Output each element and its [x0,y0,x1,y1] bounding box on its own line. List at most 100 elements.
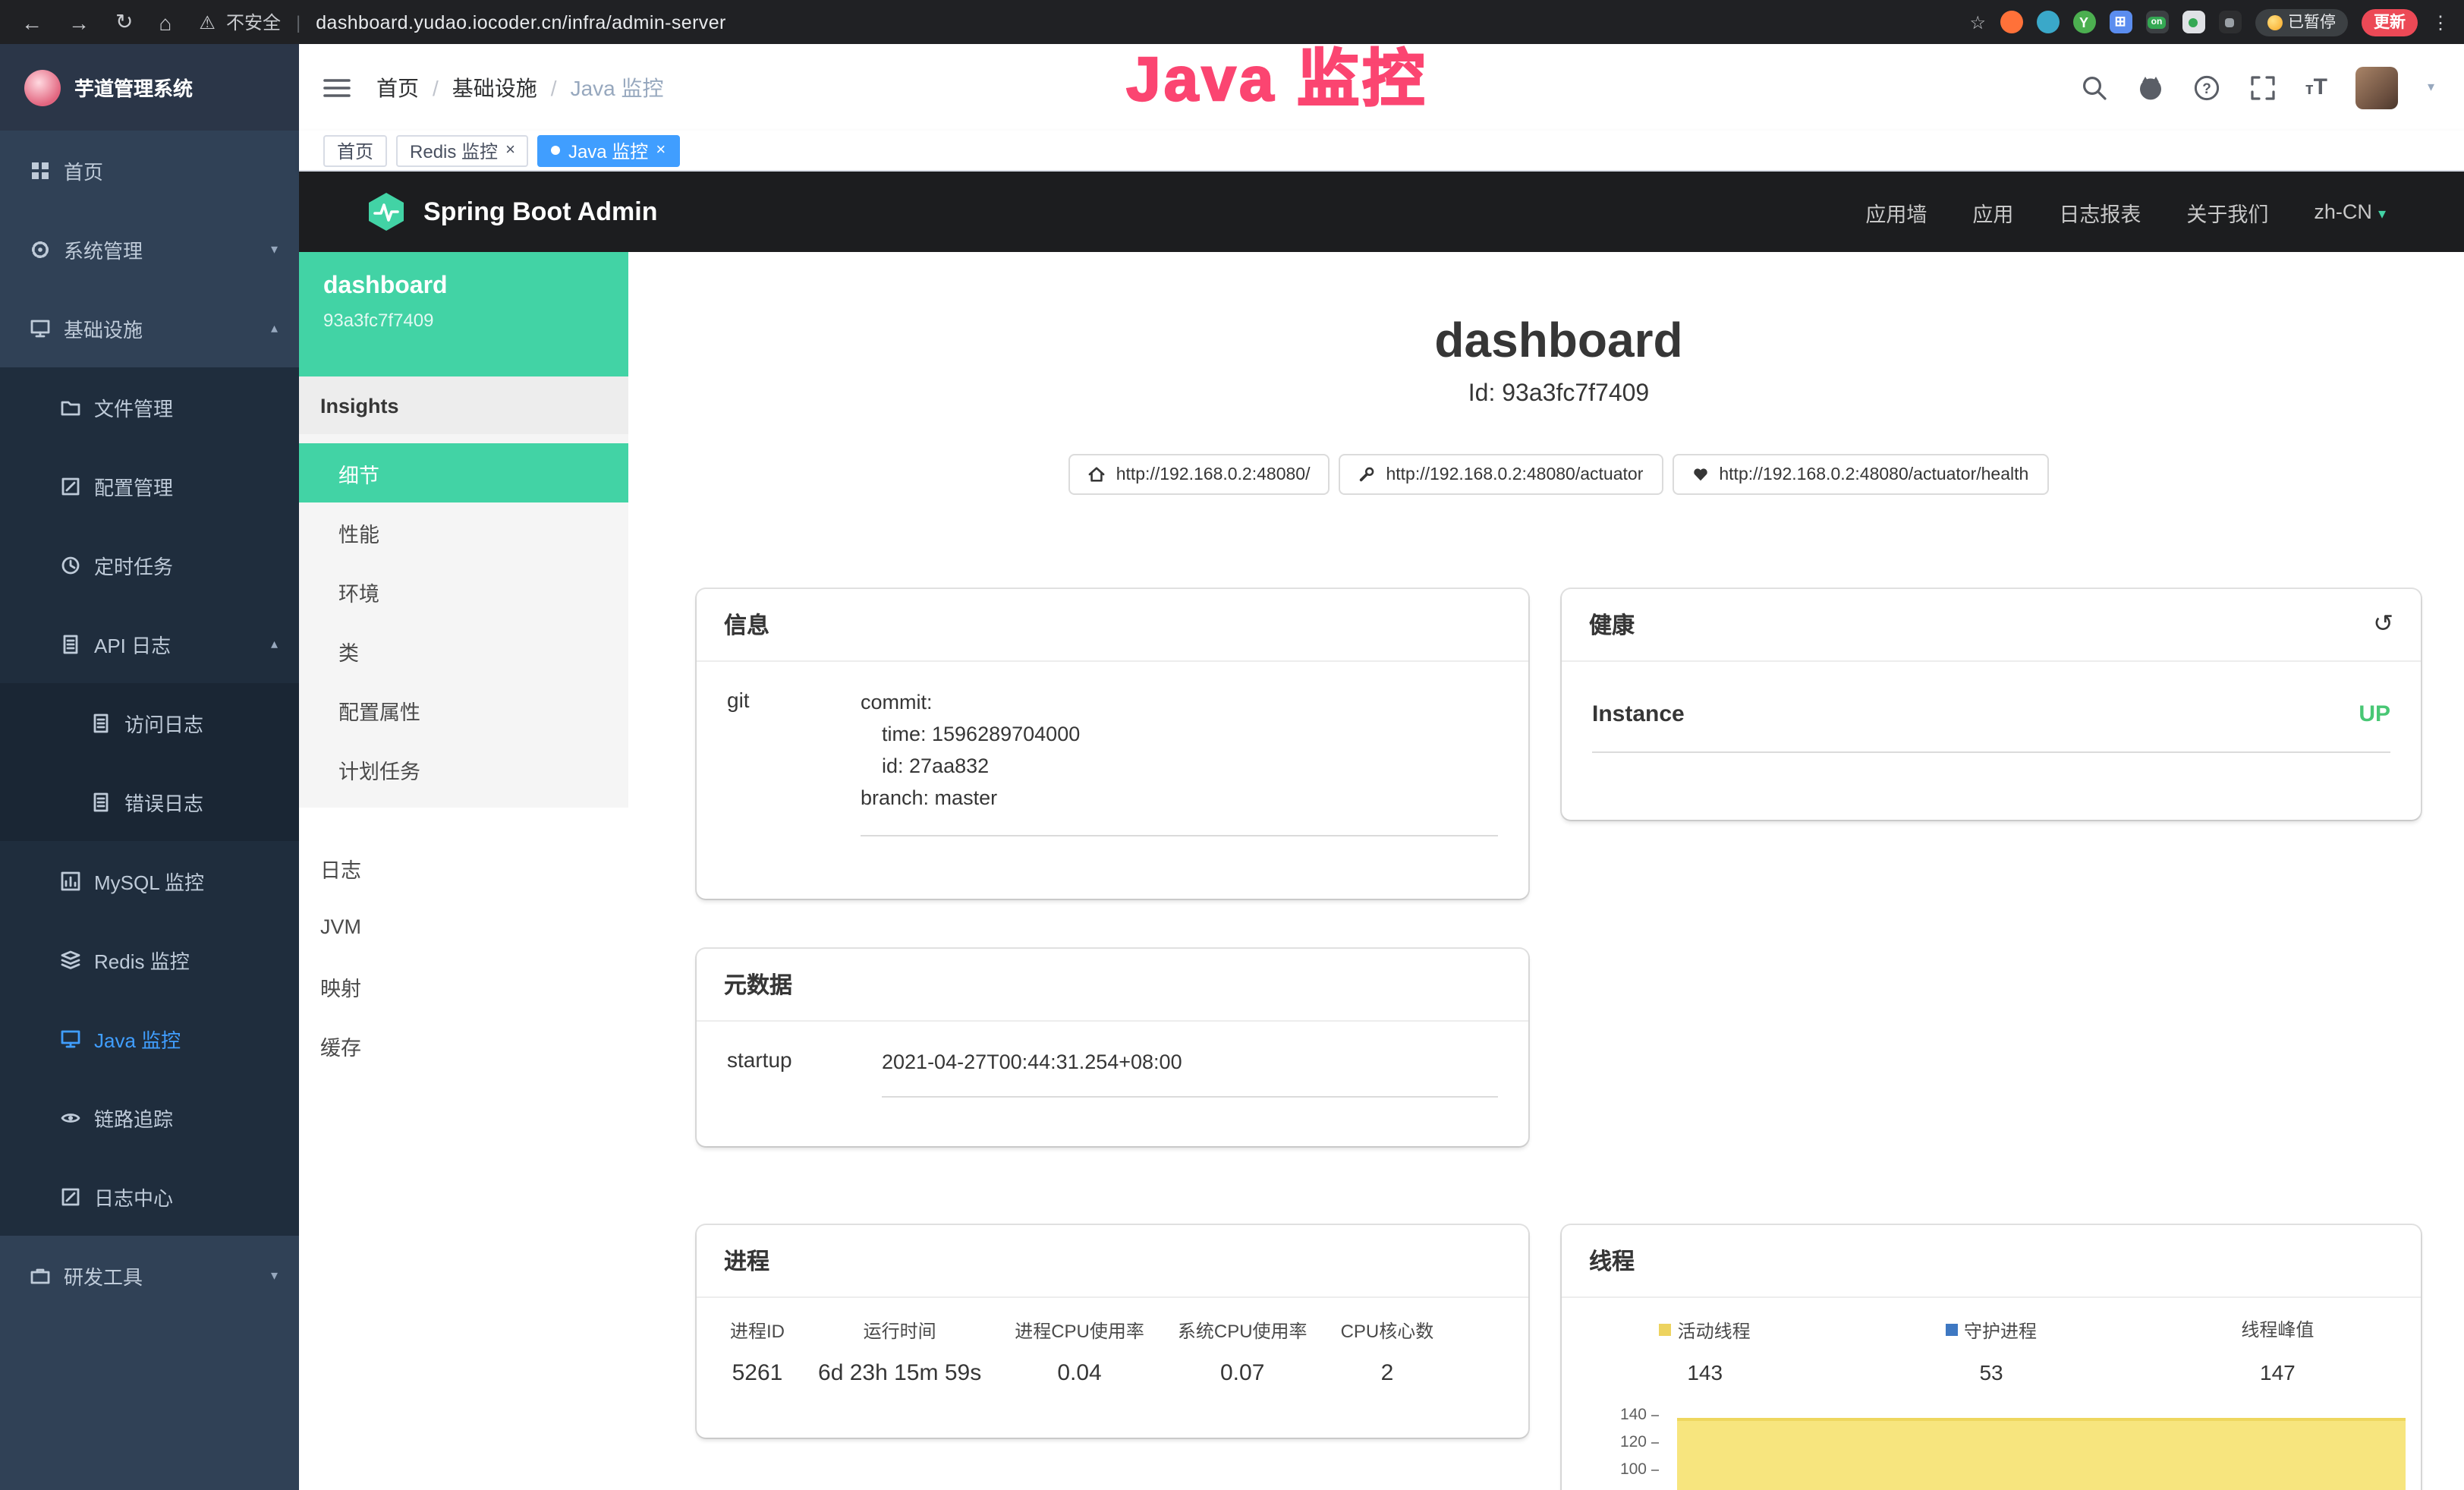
sidebar-item-system-mgmt[interactable]: 系统管理 ▾ [0,209,299,288]
url-text[interactable]: dashboard.yudao.iocoder.cn/infra/admin-s… [316,11,726,33]
sidebar-item-scheduled-jobs[interactable]: 定时任务 [0,525,299,604]
sidebar-item-dev-tools[interactable]: 研发工具 ▾ [0,1236,299,1315]
tag-java-monitor[interactable]: Java 监控 × [538,134,679,166]
address-bar[interactable]: ⚠ 不安全 | dashboard.yudao.iocoder.cn/infra… [199,9,725,35]
sba-nav-applications[interactable]: 应用 [1972,197,2013,227]
sidebar-item-redis-monitor[interactable]: Redis 监控 [0,920,299,999]
active-threads-area [1677,1418,2406,1490]
sba-brand[interactable]: Spring Boot Admin [366,191,658,232]
sidebar-item-file-mgmt[interactable]: 文件管理 [0,367,299,446]
sidebar-item-infrastructure[interactable]: 基础设施 ▴ [0,288,299,367]
sidebar-item-tracing[interactable]: 链路追踪 [0,1078,299,1157]
sidebar-item-log-center[interactable]: 日志中心 [0,1157,299,1236]
sba-menu-config-props[interactable]: 配置属性 [299,680,628,739]
breadcrumb: 首页 / 基础设施 / Java 监控 [376,72,664,102]
sba-language-label: zh-CN [2314,200,2372,223]
security-label[interactable]: 不安全 [226,9,281,35]
sba-menu-caches[interactable]: 缓存 [299,1016,628,1075]
service-url-link[interactable]: http://192.168.0.2:48080/ [1069,454,1330,495]
close-icon[interactable]: × [505,142,515,159]
health-url-link[interactable]: http://192.168.0.2:48080/actuator/health [1672,454,2048,495]
legend-daemon-threads: 守护进程 53 [1848,1316,2134,1384]
metric-value: 6d 23h 15m 59s [818,1360,981,1386]
history-icon[interactable]: ↺ [2373,613,2393,637]
extension-drop-icon[interactable] [2036,11,2059,33]
sba-nav-journal[interactable]: 日志报表 [2059,197,2141,227]
close-icon[interactable]: × [656,142,666,159]
forward-icon[interactable]: → [68,10,90,34]
sba-menu-jvm[interactable]: JVM [299,897,628,956]
instance-title: dashboard [697,313,2421,369]
sba-main: dashboard Id: 93a3fc7f7409 http://192.16… [628,252,2464,1490]
app-brand[interactable]: 芋道管理系统 [0,44,299,131]
monitor-icon [61,1029,80,1048]
sidebar-item-access-logs[interactable]: 访问日志 [0,683,299,762]
update-button[interactable]: 更新 [2362,8,2418,36]
sidebar-item-api-logs[interactable]: API 日志 ▴ [0,604,299,683]
sba-language-select[interactable]: zh-CN▾ [2314,200,2386,223]
legend-live-threads: 活动线程 143 [1562,1316,1848,1384]
sba-menu-details[interactable]: 细节 [299,443,628,502]
tag-home[interactable]: 首页 [323,134,387,166]
sba-menu-scheduled-tasks[interactable]: 计划任务 [299,739,628,799]
sidebar-item-java-monitor[interactable]: Java 监控 [0,999,299,1078]
spring-boot-admin-logo [366,191,407,232]
sba-nav-wallboard[interactable]: 应用墙 [1865,197,1927,227]
reload-icon[interactable]: ↻ [115,9,133,35]
document-icon [91,792,111,811]
sba-menu-mappings[interactable]: 映射 [299,956,628,1016]
bookmark-star-icon[interactable]: ☆ [1969,11,1986,33]
user-avatar[interactable] [2356,66,2399,109]
extension-puzzle-icon[interactable] [2218,11,2241,33]
extension-y-icon[interactable]: Y [2072,11,2095,33]
extension-grid-icon[interactable]: ⊞ [2109,11,2132,33]
avatar-caret-icon[interactable]: ▾ [2428,79,2434,96]
sidebar-item-mysql-monitor[interactable]: MySQL 监控 [0,841,299,920]
tag-label: Java 监控 [568,137,648,163]
document-icon [61,634,80,654]
fullscreen-icon[interactable] [2249,74,2277,101]
extension-leaf-icon[interactable] [2182,11,2204,33]
sba-menu-environment[interactable]: 环境 [299,562,628,621]
metric-label: 进程ID [730,1318,785,1344]
help-icon[interactable]: ? [2193,74,2220,101]
github-icon[interactable] [2137,74,2164,101]
sidebar-item-home[interactable]: 首页 [0,131,299,209]
sidebar-item-label: 访问日志 [124,708,203,737]
breadcrumb-home[interactable]: 首页 [376,72,419,102]
sba-nav-about[interactable]: 关于我们 [2186,197,2268,227]
metric-label: CPU核心数 [1341,1318,1434,1344]
health-card: 健康 ↺ Instance UP [1562,589,2421,820]
info-card: 信息 git commit: time: 1596289704000 id: 2… [697,589,1528,899]
breadcrumb-separator: / [433,75,439,99]
search-icon[interactable] [2081,74,2108,101]
actuator-url-link[interactable]: http://192.168.0.2:48080/actuator [1339,454,1663,495]
metric-label: 系统CPU使用率 [1178,1318,1308,1344]
sidebar-item-error-logs[interactable]: 错误日志 [0,762,299,841]
metric-label: 进程CPU使用率 [1015,1318,1144,1344]
extension-fox-icon[interactable] [2000,11,2022,33]
back-icon[interactable]: ← [21,10,42,34]
sidebar-item-label: MySQL 监控 [94,866,204,895]
metric-cpu-cores: CPU核心数 2 [1341,1318,1434,1386]
sidebar-item-config-mgmt[interactable]: 配置管理 [0,446,299,525]
breadcrumb-infrastructure[interactable]: 基础设施 [452,72,537,102]
sba-instance-header[interactable]: dashboard 93a3fc7f7409 [299,252,628,376]
browser-menu-icon[interactable]: ⋮ [2431,11,2450,33]
sba-menu-classes[interactable]: 类 [299,621,628,680]
layers-icon [61,950,80,969]
legend-value: 147 [2135,1360,2421,1384]
home-icon[interactable]: ⌂ [159,10,172,34]
paused-badge[interactable]: 已暂停 [2255,8,2348,36]
eye-icon [61,1107,80,1127]
sba-menu-logs[interactable]: 日志 [299,838,628,897]
paused-emoji-icon [2267,14,2282,30]
clock-icon [61,555,80,575]
address-divider: | [296,11,301,33]
tag-redis-monitor[interactable]: Redis 监控 × [396,134,529,166]
health-instance-row[interactable]: Instance UP [1592,701,2390,753]
extension-on-switch-icon[interactable]: on [2145,11,2168,33]
font-size-icon[interactable]: тT [2305,74,2327,100]
sba-menu-metrics[interactable]: 性能 [299,502,628,562]
hamburger-icon[interactable] [322,75,352,99]
